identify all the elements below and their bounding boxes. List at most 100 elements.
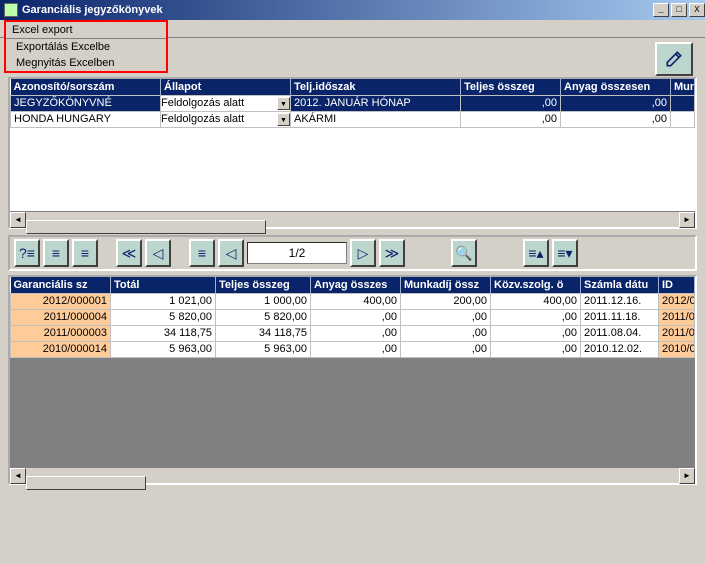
top-scrollbar-h[interactable]: ◄ ► [10,211,695,227]
cell-idoszak: AKÁRMI [291,111,461,127]
window-title: Garanciális jegyzőkönyvek [22,4,651,16]
cell-anyag: ,00 [561,95,671,111]
cell-datum: 2011.08.04. [581,325,659,341]
maximize-button[interactable]: □ [671,3,687,17]
menu-item-export-excel[interactable]: Exportálás Excelbe [6,39,166,55]
cell-teljes: ,00 [461,111,561,127]
col-teljesosszeg2[interactable]: Teljes összeg [216,277,311,293]
cell-anyag: ,00 [561,111,671,127]
zoom-button[interactable]: 🔍 [451,239,477,267]
col-id2[interactable]: ID [659,277,695,293]
top-table[interactable]: Azonosító/sorszám Állapot Telj.időszak T… [10,79,695,128]
sort-desc-button[interactable]: ≡▾ [552,239,578,267]
cell-anyag: 400,00 [311,293,401,309]
allapot-dropdown[interactable]: Feldolgozás alatt▼ [161,97,290,110]
table-row[interactable]: JEGYZŐKÖNYVNÉ Feldolgozás alatt▼ 2012. J… [11,95,695,111]
table-row[interactable]: 2011/00000334 118,7534 118,75,00,00,0020… [11,325,695,341]
col-teljidoszak[interactable]: Telj.időszak [291,79,461,95]
toolbar: ?≡ ≡ ≡ ≪ ◁ ≡ ◁ ▷ ≫ 🔍 ≡▴ ≡▾ [8,235,697,271]
menu-top-item[interactable]: Excel export [6,22,166,38]
cell-sz: 2011/000003 [11,325,111,341]
scroll-left-button[interactable]: ◄ [10,468,26,484]
scroll-right-button[interactable]: ► [679,468,695,484]
col-munkadij[interactable]: Munkadíj össz [401,277,491,293]
table-row[interactable]: 2012/0000011 021,001 000,00400,00200,004… [11,293,695,309]
col-azonosito[interactable]: Azonosító/sorszám [11,79,161,95]
excel-export-menu: Excel export Exportálás Excelbe Megnyitá… [4,20,168,73]
table-row[interactable]: 2010/0000145 963,005 963,00,00,00,002010… [11,341,695,357]
cell-sz: 2012/000001 [11,293,111,309]
col-mun[interactable]: Mun [671,79,695,95]
cell-id: 2010/000080 [659,341,695,357]
cell-anyag: ,00 [311,341,401,357]
sort-asc-button[interactable]: ≡▴ [523,239,549,267]
cell-mun [671,111,695,127]
prev-page-button[interactable]: ◁ [218,239,244,267]
bottom-scrollbar-h[interactable]: ◄ ► [10,467,695,483]
cell-munkadij: 200,00 [401,293,491,309]
cell-id: 2011/000096 [659,325,695,341]
scroll-right-button[interactable]: ► [679,212,695,228]
cell-kozv: ,00 [491,325,581,341]
cell-teljes: 5 963,00 [216,341,311,357]
cell-teljes: 5 820,00 [216,309,311,325]
scroll-left-button[interactable]: ◄ [10,212,26,228]
col-anyagosszes[interactable]: Anyag összes [311,277,401,293]
chevron-down-icon[interactable]: ▼ [277,113,290,126]
edit-icon [664,49,684,69]
help-button[interactable]: ?≡ [14,239,40,267]
cell-datum: 2011.11.18. [581,309,659,325]
cell-total: 5 963,00 [111,341,216,357]
bottom-grid: Garanciális sz Totál Teljes összeg Anyag… [8,275,697,485]
cell-total: 34 118,75 [111,325,216,341]
cell-kozv: ,00 [491,341,581,357]
cell-id: 2011/000130 [659,309,695,325]
chevron-down-icon[interactable]: ▼ [277,97,290,110]
page-input[interactable] [247,242,347,264]
first-page-button[interactable]: ≪ [116,239,142,267]
list-button[interactable]: ≡ [189,239,215,267]
cell-id: 2012/000002 [659,293,695,309]
cell-id: JEGYZŐKÖNYVNÉ [11,95,161,111]
cell-teljes: ,00 [461,95,561,111]
bottom-table[interactable]: Garanciális sz Totál Teljes összeg Anyag… [10,277,695,358]
col-teljesosszeg[interactable]: Teljes összeg [461,79,561,95]
cell-anyag: ,00 [311,309,401,325]
scroll-thumb[interactable] [26,476,146,490]
cell-total: 1 021,00 [111,293,216,309]
titlebar: Garanciális jegyzőkönyvek _ □ X [0,0,705,20]
minimize-button[interactable]: _ [653,3,669,17]
col-kozv[interactable]: Közv.szolg. ö [491,277,581,293]
menu-item-open-excel[interactable]: Megnyitás Excelben [6,55,166,71]
col-allapot[interactable]: Állapot [161,79,291,95]
cell-datum: 2010.12.02. [581,341,659,357]
app-icon [4,3,18,17]
cell-kozv: 400,00 [491,293,581,309]
col-szamladatum[interactable]: Számla dátu [581,277,659,293]
table-row[interactable]: 2011/0000045 820,005 820,00,00,00,002011… [11,309,695,325]
cell-sz: 2010/000014 [11,341,111,357]
next-page-button[interactable]: ▷ [350,239,376,267]
cell-total: 5 820,00 [111,309,216,325]
prev-button[interactable]: ◁ [145,239,171,267]
cell-munkadij: ,00 [401,309,491,325]
scroll-thumb[interactable] [26,220,266,234]
align-right-button[interactable]: ≡ [72,239,98,267]
close-button[interactable]: X [689,3,705,17]
cell-id: HONDA HUNGARY [11,111,161,127]
allapot-dropdown[interactable]: Feldolgozás alatt▼ [161,113,290,126]
align-left-button[interactable]: ≡ [43,239,69,267]
empty-area [10,363,695,467]
col-anyagossz[interactable]: Anyag összesen [561,79,671,95]
cell-munkadij: ,00 [401,325,491,341]
edit-button[interactable] [655,42,693,76]
cell-kozv: ,00 [491,309,581,325]
cell-idoszak: 2012. JANUÁR HÓNAP [291,95,461,111]
col-total[interactable]: Totál [111,277,216,293]
table-row[interactable]: HONDA HUNGARY Feldolgozás alatt▼ AKÁRMI … [11,111,695,127]
last-page-button[interactable]: ≫ [379,239,405,267]
col-garancialis[interactable]: Garanciális sz [11,277,111,293]
top-grid: Azonosító/sorszám Állapot Telj.időszak T… [8,77,697,229]
cell-mun [671,95,695,111]
cell-sz: 2011/000004 [11,309,111,325]
